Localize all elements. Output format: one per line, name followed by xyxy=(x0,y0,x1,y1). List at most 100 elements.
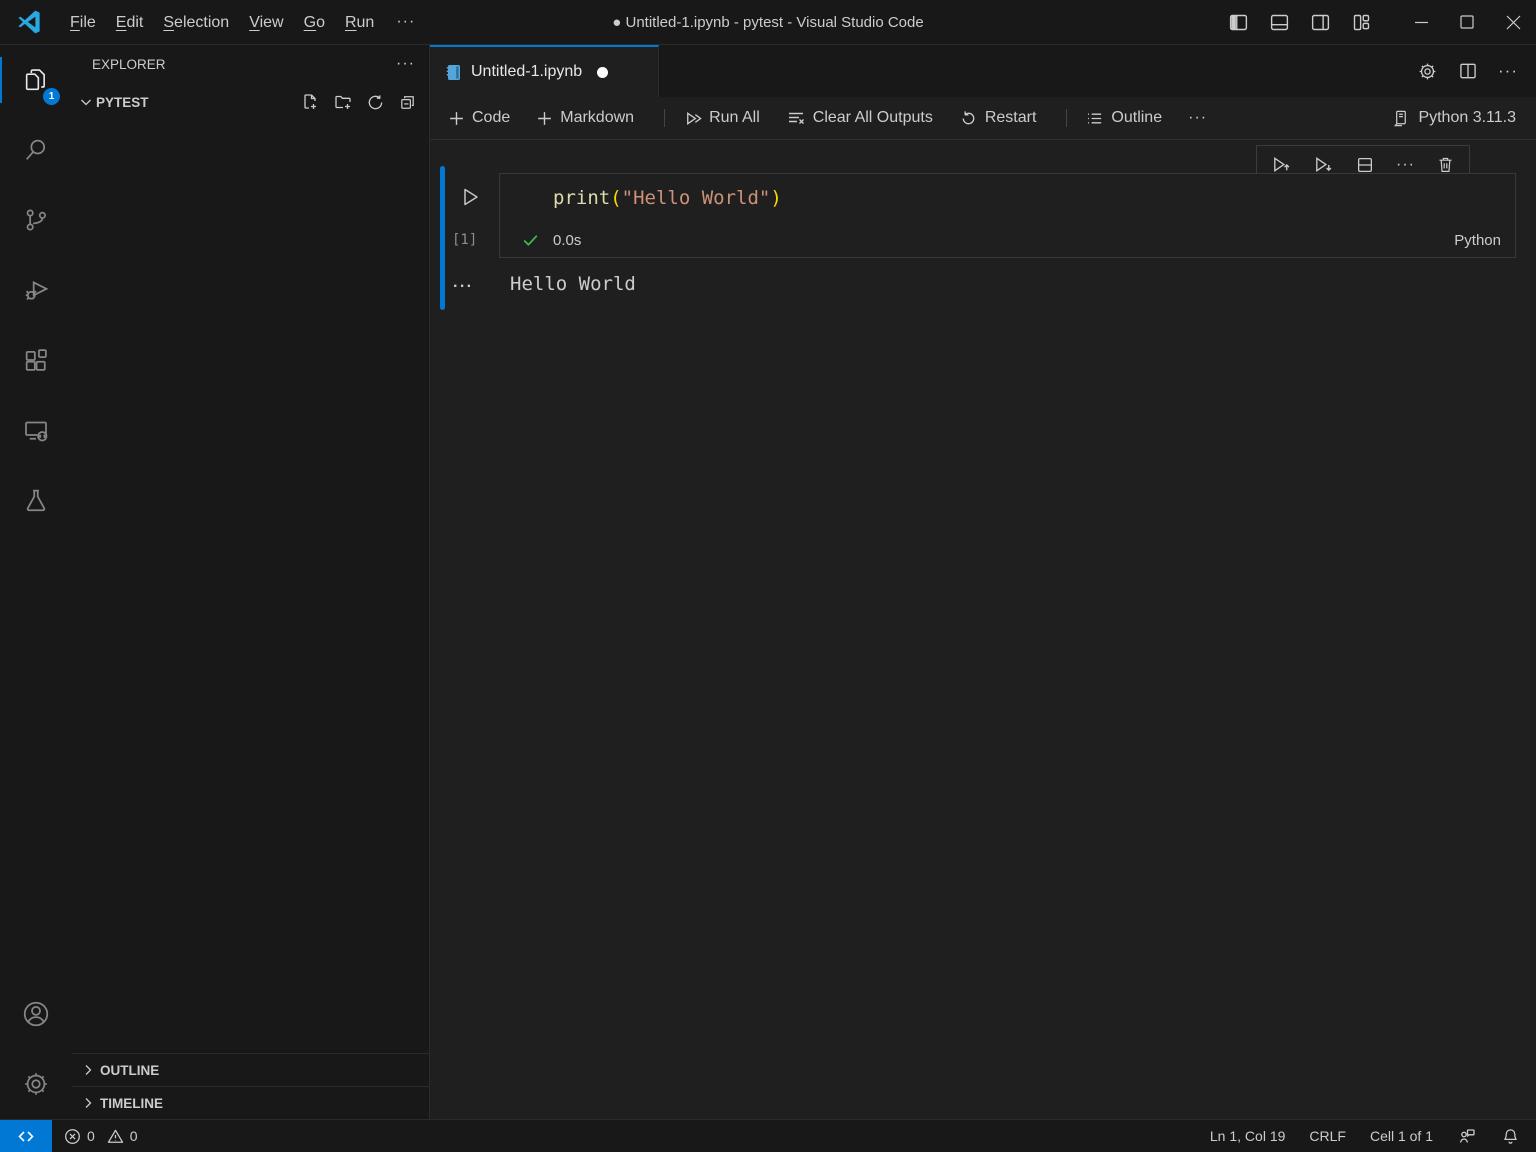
notifications-bell-icon[interactable] xyxy=(1501,1127,1520,1146)
timeline-section-label: TIMELINE xyxy=(100,1096,163,1111)
cell-output: Hello World xyxy=(510,273,636,295)
folder-section-label: PYTEST xyxy=(96,95,149,110)
menu-file[interactable]: File xyxy=(60,0,106,45)
delete-cell-icon[interactable] xyxy=(1436,155,1455,174)
run-and-debug-icon[interactable] xyxy=(0,255,72,325)
warning-count: 0 xyxy=(130,1128,138,1144)
run-all-icon xyxy=(683,109,702,128)
timeline-section-header[interactable]: TIMELINE xyxy=(72,1086,429,1119)
restart-kernel-button[interactable]: Restart xyxy=(959,109,1037,128)
output-options-button[interactable]: ··· xyxy=(453,278,473,296)
toolbar-more-actions-button[interactable]: ··· xyxy=(1188,109,1207,127)
cell-more-actions-icon[interactable]: ··· xyxy=(1396,156,1415,174)
execution-duration: 0.0s xyxy=(553,232,581,249)
collapse-all-icon[interactable] xyxy=(398,93,417,112)
chevron-right-icon xyxy=(80,1095,96,1111)
menubar: File Edit Selection View Go Run ··· xyxy=(60,0,427,44)
outline-button[interactable]: Outline xyxy=(1085,109,1162,128)
problems-indicator[interactable]: 0 0 xyxy=(64,1128,144,1145)
execute-below-icon[interactable] xyxy=(1313,154,1334,175)
add-markdown-cell-button[interactable]: Markdown xyxy=(536,109,634,127)
restart-icon xyxy=(959,109,978,128)
warning-icon xyxy=(107,1128,124,1145)
clear-outputs-icon xyxy=(786,108,806,128)
maximize-button[interactable] xyxy=(1444,0,1490,45)
outline-section-header[interactable]: OUTLINE xyxy=(72,1053,429,1086)
feedback-icon[interactable] xyxy=(1457,1126,1477,1146)
menu-view[interactable]: View xyxy=(239,0,293,45)
source-control-icon[interactable] xyxy=(0,185,72,255)
cell-position-indicator[interactable]: Cell 1 of 1 xyxy=(1370,1128,1433,1144)
menu-run[interactable]: Run xyxy=(335,0,384,45)
status-bar: 0 0 Ln 1, Col 19 CRLF Cell 1 of 1 xyxy=(0,1119,1536,1152)
remote-indicator[interactable] xyxy=(0,1120,52,1152)
editor-area: Untitled-1.ipynb ··· xyxy=(430,45,1536,1119)
clear-all-outputs-button[interactable]: Clear All Outputs xyxy=(786,108,933,128)
toggle-panel-icon[interactable] xyxy=(1269,12,1290,33)
code-cell[interactable]: print("Hello World") 0.0s Python xyxy=(499,173,1516,258)
tab-untitled-1-ipynb[interactable]: Untitled-1.ipynb xyxy=(430,45,659,97)
add-code-cell-button[interactable]: Code xyxy=(448,109,510,127)
explorer-sidebar: EXPLORER ··· PYTEST xyxy=(72,45,430,1119)
run-all-button[interactable]: Run All xyxy=(683,109,760,128)
notebook-content: ··· [1] print("Hello World") xyxy=(430,140,1536,1119)
chevron-right-icon xyxy=(80,1062,96,1078)
cursor-position[interactable]: Ln 1, Col 19 xyxy=(1210,1128,1286,1144)
menu-selection[interactable]: Selection xyxy=(153,0,239,45)
code-token-paren-close: ) xyxy=(770,187,781,209)
code-token-string: "Hello World" xyxy=(622,187,771,209)
success-check-icon xyxy=(522,232,539,249)
code-token-function: print xyxy=(553,187,610,209)
plus-icon xyxy=(536,110,553,127)
search-icon[interactable] xyxy=(0,115,72,185)
customize-layout-icon[interactable] xyxy=(1351,12,1372,33)
list-icon xyxy=(1085,109,1104,128)
cell-language-picker[interactable]: Python xyxy=(1454,232,1501,249)
kernel-picker[interactable]: Python 3.11.3 xyxy=(1391,109,1516,128)
code-token-paren-open: ( xyxy=(610,187,621,209)
editor-more-actions-icon[interactable]: ··· xyxy=(1498,61,1518,81)
split-cell-icon[interactable] xyxy=(1355,155,1375,175)
error-count: 0 xyxy=(87,1128,95,1144)
execute-above-icon[interactable] xyxy=(1271,154,1292,175)
notebook-toolbar: Code Markdown Run All xyxy=(430,97,1536,140)
testing-icon[interactable] xyxy=(0,465,72,535)
remote-explorer-icon[interactable] xyxy=(0,395,72,465)
code-line[interactable]: print("Hello World") xyxy=(500,174,1515,211)
title-bar: File Edit Selection View Go Run ··· ● Un… xyxy=(0,0,1536,45)
tab-bar: Untitled-1.ipynb ··· xyxy=(430,45,1536,97)
minimize-button[interactable] xyxy=(1398,0,1444,45)
toggle-sidebar-icon[interactable] xyxy=(1228,12,1249,33)
run-cell-button[interactable] xyxy=(458,185,482,209)
outline-section-label: OUTLINE xyxy=(100,1063,159,1078)
explorer-icon[interactable]: 1 xyxy=(0,45,72,115)
settings-gear-icon[interactable] xyxy=(0,1049,72,1119)
toggle-secondary-sidebar-icon[interactable] xyxy=(1310,12,1331,33)
execution-count: [1] xyxy=(452,232,477,248)
explorer-more-actions-button[interactable]: ··· xyxy=(396,55,415,73)
kernel-environment-icon xyxy=(1391,109,1410,128)
refresh-icon[interactable] xyxy=(366,93,385,112)
eol-indicator[interactable]: CRLF xyxy=(1309,1128,1346,1144)
cell-focus-indicator xyxy=(440,166,445,310)
menu-edit[interactable]: Edit xyxy=(106,0,154,45)
notebook-file-icon xyxy=(444,63,462,81)
account-icon[interactable] xyxy=(0,979,72,1049)
window-title: ● Untitled-1.ipynb - pytest - Visual Stu… xyxy=(612,14,923,31)
new-file-icon[interactable] xyxy=(300,92,320,112)
modified-dot-icon[interactable] xyxy=(597,67,608,78)
split-editor-icon[interactable] xyxy=(1458,61,1478,81)
menu-overflow-button[interactable]: ··· xyxy=(384,13,427,31)
new-folder-icon[interactable] xyxy=(333,92,353,112)
extensions-icon[interactable] xyxy=(0,325,72,395)
menu-go[interactable]: Go xyxy=(294,0,335,45)
close-button[interactable] xyxy=(1490,0,1536,45)
chevron-down-icon xyxy=(78,94,94,110)
explorer-title: EXPLORER xyxy=(92,57,166,72)
cell-status-bar: 0.0s Python xyxy=(500,224,1515,257)
plus-icon xyxy=(448,110,465,127)
explorer-badge: 1 xyxy=(43,88,60,105)
notebook-settings-gear-icon[interactable] xyxy=(1417,61,1438,82)
folder-section-pytest[interactable]: PYTEST xyxy=(72,89,429,115)
error-icon xyxy=(64,1128,81,1145)
